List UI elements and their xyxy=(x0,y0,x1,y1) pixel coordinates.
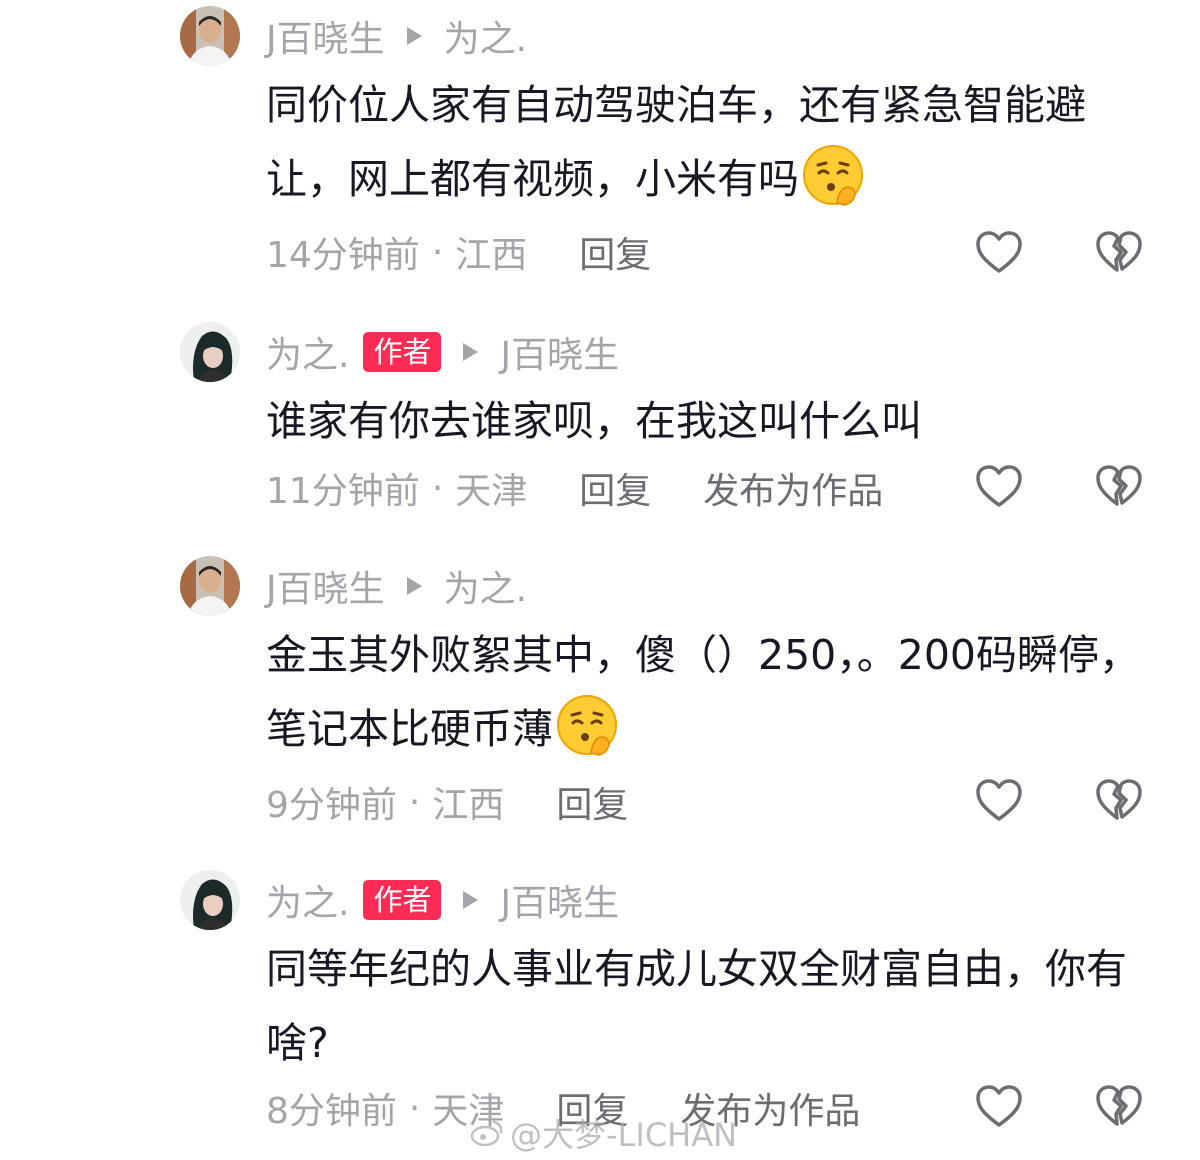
comment-time: 8分钟前 xyxy=(266,1091,397,1132)
author-badge: 作者 xyxy=(363,880,442,920)
reply-button[interactable]: 回复 xyxy=(579,226,651,278)
comment-time: 11分钟前 xyxy=(266,471,420,512)
comment-author[interactable]: J百晓生 xyxy=(266,560,385,612)
comment-text: 金玉其外败絮其中，傻（）250，。200码瞬停，笔记本比硬币薄 xyxy=(266,618,1171,766)
comment-thread: J百晓生 为之. 同价位人家有自动驾驶泊车，还有紧急智能避让，网上都有视频，小米… xyxy=(0,0,1200,1160)
broken-heart-outline-icon[interactable] xyxy=(1094,776,1144,826)
watermark-text: @大梦-LICHAN xyxy=(510,1116,738,1154)
broken-heart-outline-icon[interactable] xyxy=(1094,462,1144,512)
reply-arrow-icon xyxy=(463,343,479,361)
comment-author[interactable]: J百晓生 xyxy=(266,10,385,62)
reply-arrow-icon xyxy=(463,891,479,909)
reply-to-user[interactable]: 为之. xyxy=(444,10,527,62)
comment-header: J百晓生 为之. xyxy=(266,10,527,62)
comment-header: J百晓生 为之. xyxy=(266,560,527,612)
comment-author[interactable]: 为之. xyxy=(266,326,349,378)
meta-separator: · xyxy=(408,781,421,823)
reply-arrow-icon xyxy=(406,27,422,45)
comment-text-content: 谁家有你去谁家呗，在我这叫什么叫 xyxy=(266,397,922,445)
reply-to-user[interactable]: 为之. xyxy=(444,560,527,612)
author-badge: 作者 xyxy=(363,332,442,372)
thinking-emoji-icon xyxy=(803,145,863,206)
comment-location: 江西 xyxy=(455,235,528,276)
broken-heart-outline-icon[interactable] xyxy=(1094,1082,1144,1132)
weibo-logo-icon xyxy=(470,1120,503,1147)
publish-as-post-button[interactable]: 发布为作品 xyxy=(703,462,883,514)
comment-location: 江西 xyxy=(432,785,505,826)
comment-text-content: 同等年纪的人事业有成儿女双全财富自由，你有啥? xyxy=(266,945,1127,1067)
avatar[interactable] xyxy=(180,870,240,930)
comment-location: 天津 xyxy=(455,471,528,512)
comment-text: 同等年纪的人事业有成儿女双全财富自由，你有啥? xyxy=(266,932,1166,1080)
meta-separator: · xyxy=(431,231,444,273)
comment-meta: 14分钟前 · 江西 回复 xyxy=(266,226,651,278)
comment-header: 为之. 作者 J百晓生 xyxy=(266,326,619,378)
reply-to-user[interactable]: J百晓生 xyxy=(500,874,619,926)
comment-time: 9分钟前 xyxy=(266,785,397,826)
comment-meta: 11分钟前 · 天津 回复 发布为作品 xyxy=(266,462,883,514)
reply-arrow-icon xyxy=(406,577,422,595)
meta-separator: · xyxy=(408,1087,421,1129)
watermark: @大梦-LICHAN xyxy=(470,1110,737,1156)
comment-text: 同价位人家有自动驾驶泊车，还有紧急智能避让，网上都有视频，小米有吗 xyxy=(266,68,1166,216)
heart-outline-icon[interactable] xyxy=(974,462,1024,512)
heart-outline-icon[interactable] xyxy=(974,228,1024,278)
reply-to-user[interactable]: J百晓生 xyxy=(500,326,619,378)
reply-button[interactable]: 回复 xyxy=(579,462,651,514)
broken-heart-outline-icon[interactable] xyxy=(1094,228,1144,278)
comment-header: 为之. 作者 J百晓生 xyxy=(266,874,619,926)
comment-text-content: 金玉其外败絮其中，傻（）250，。200码瞬停，笔记本比硬币薄 xyxy=(266,631,1141,753)
avatar[interactable] xyxy=(180,556,240,616)
avatar[interactable] xyxy=(180,322,240,382)
meta-separator: · xyxy=(431,467,444,509)
comment-time: 14分钟前 xyxy=(266,235,420,276)
heart-outline-icon[interactable] xyxy=(974,776,1024,826)
comment-meta: 9分钟前 · 江西 回复 xyxy=(266,776,628,828)
thinking-emoji-icon xyxy=(557,695,617,756)
comment-author[interactable]: 为之. xyxy=(266,874,349,926)
reply-button[interactable]: 回复 xyxy=(556,776,628,828)
avatar[interactable] xyxy=(180,6,240,66)
heart-outline-icon[interactable] xyxy=(974,1082,1024,1132)
comment-text: 谁家有你去谁家呗，在我这叫什么叫 xyxy=(266,384,1166,458)
comment-text-content: 同价位人家有自动驾驶泊车，还有紧急智能避让，网上都有视频，小米有吗 xyxy=(266,81,1086,203)
